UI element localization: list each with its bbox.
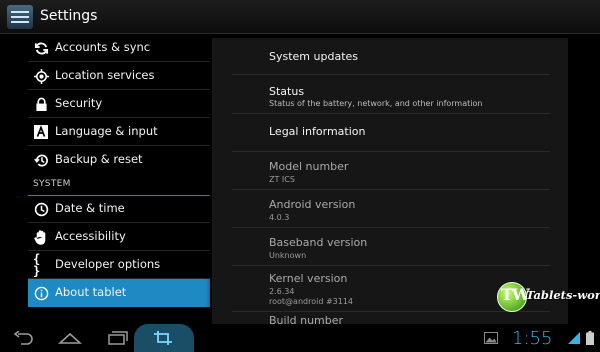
item-summary: 4.0.3: [269, 213, 290, 222]
sidebar-item-date-time[interactable]: Date & time: [28, 195, 210, 223]
braces-icon: { }: [33, 252, 41, 278]
item-title: Model number: [269, 160, 349, 173]
hand-icon: [33, 229, 49, 245]
item-summary: Status of the battery, network, and othe…: [269, 99, 483, 108]
battery-icon: [584, 324, 596, 352]
gallery-notification-icon[interactable]: [482, 324, 500, 352]
about-item-model-number: Model number ZT ICS: [232, 151, 550, 190]
watermark-monogram: TW: [501, 285, 530, 304]
section-header-label: SYSTEM: [33, 179, 71, 189]
item-summary: Unknown: [269, 251, 307, 260]
home-icon[interactable]: [55, 324, 85, 352]
settings-sidebar: Accounts & sync Location services Securi…: [0, 34, 210, 324]
clock-icon: [33, 201, 49, 217]
section-header-system: SYSTEM: [28, 175, 210, 196]
clock[interactable]: 1:55: [512, 324, 562, 352]
watermark-text: Tablets-world: [526, 288, 600, 302]
sidebar-item-label: Date & time: [55, 201, 125, 215]
location-target-icon: [33, 68, 49, 84]
item-title: System updates: [269, 50, 359, 63]
about-item-status[interactable]: Status Status of the battery, network, a…: [232, 74, 550, 114]
screenshot-crop-button[interactable]: [134, 324, 194, 352]
sidebar-item-label: Backup & reset: [55, 152, 143, 166]
wifi-signal-icon: [567, 324, 581, 352]
item-summary-secondary: root@android #3114: [269, 297, 354, 306]
sidebar-item-label: About tablet: [55, 285, 127, 299]
sidebar-item-backup-reset[interactable]: Backup & reset: [28, 146, 210, 174]
clock-time: 1:55: [512, 327, 553, 349]
sidebar-item-language-input[interactable]: Language & input: [28, 118, 210, 146]
sidebar-item-developer-options[interactable]: { } Developer options: [28, 251, 210, 279]
sidebar-item-security[interactable]: Security: [28, 90, 210, 118]
keyboard-a-icon: [33, 124, 49, 140]
sidebar-item-accessibility[interactable]: Accessibility: [28, 223, 210, 251]
item-title: Legal information: [269, 125, 366, 138]
app-title: Settings: [40, 8, 98, 24]
sidebar-item-location-services[interactable]: Location services: [28, 62, 210, 90]
sidebar-item-label: Accessibility: [55, 229, 126, 243]
about-item-android-version[interactable]: Android version 4.0.3: [232, 189, 550, 228]
settings-sliders-icon[interactable]: [7, 5, 33, 29]
about-item-system-updates[interactable]: System updates: [232, 38, 550, 75]
item-summary: 2.6.34: [269, 287, 295, 296]
item-title: Build number: [269, 314, 344, 324]
item-summary: ZT ICS: [269, 175, 295, 184]
sidebar-item-label: Accounts & sync: [55, 40, 151, 54]
item-title: Android version: [269, 198, 356, 211]
item-title: Baseband version: [269, 236, 368, 249]
sidebar-item-label: Location services: [55, 68, 155, 82]
sidebar-item-accounts-sync[interactable]: Accounts & sync: [28, 34, 210, 62]
screenshot-crop-icon: [154, 331, 172, 345]
restore-clock-icon: [33, 152, 49, 168]
recent-apps-icon[interactable]: [103, 324, 133, 352]
sidebar-item-about-tablet[interactable]: About tablet: [28, 279, 210, 307]
sync-icon: [33, 40, 49, 56]
lock-icon: [33, 96, 49, 112]
sidebar-item-label: Security: [55, 96, 103, 110]
sidebar-item-label: Developer options: [55, 257, 161, 271]
info-icon: [33, 285, 49, 301]
watermark-logo: TW Tablets-world: [497, 280, 600, 320]
about-item-baseband-version: Baseband version Unknown: [232, 227, 550, 266]
back-icon[interactable]: [8, 324, 38, 352]
system-navigation-bar: 1:55: [0, 324, 600, 352]
item-title: Status: [269, 85, 305, 98]
about-item-legal-information[interactable]: Legal information: [232, 113, 550, 152]
sidebar-item-label: Language & input: [55, 124, 158, 138]
action-bar: Settings: [0, 0, 600, 34]
item-title: Kernel version: [269, 272, 348, 285]
